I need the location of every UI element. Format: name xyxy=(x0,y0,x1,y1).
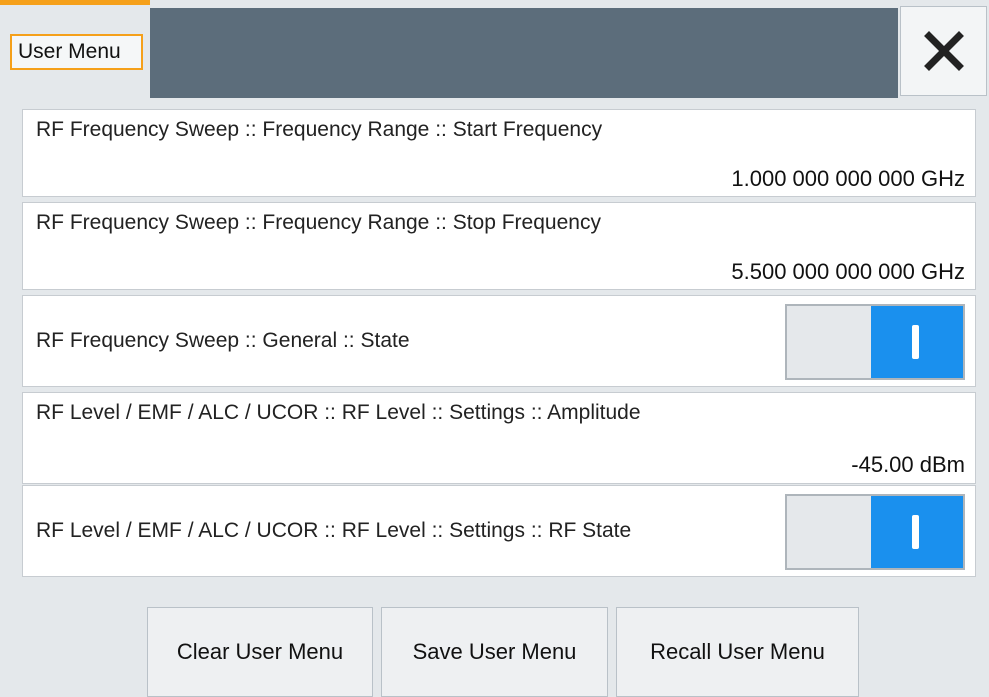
toggle-on-icon xyxy=(912,325,919,359)
entry-start-frequency[interactable]: RF Frequency Sweep :: Frequency Range ::… xyxy=(22,109,976,197)
entry-value[interactable]: -45.00 dBm xyxy=(851,452,965,478)
title-bar-fill xyxy=(150,8,898,98)
entry-stop-frequency[interactable]: RF Frequency Sweep :: Frequency Range ::… xyxy=(22,202,976,290)
toggle-on-indicator xyxy=(871,306,963,378)
entry-value[interactable]: 5.500 000 000 000 GHz xyxy=(731,259,965,285)
entry-label: RF Frequency Sweep :: Frequency Range ::… xyxy=(36,211,601,234)
close-icon xyxy=(923,31,964,71)
entry-value[interactable]: 1.000 000 000 000 GHz xyxy=(731,166,965,192)
toggle-on-indicator xyxy=(871,496,963,568)
close-button[interactable] xyxy=(900,6,987,96)
entry-label: RF Level / EMF / ALC / UCOR :: RF Level … xyxy=(36,401,641,424)
recall-user-menu-button[interactable]: Recall User Menu xyxy=(616,607,859,697)
rf-state-toggle[interactable] xyxy=(785,494,965,570)
entry-label: RF Level / EMF / ALC / UCOR :: RF Level … xyxy=(36,519,632,542)
entry-rf-state[interactable]: RF Level / EMF / ALC / UCOR :: RF Level … xyxy=(22,485,976,577)
entry-sweep-state[interactable]: RF Frequency Sweep :: General :: State xyxy=(22,295,976,387)
toggle-on-icon xyxy=(912,515,919,549)
entry-label: RF Frequency Sweep :: Frequency Range ::… xyxy=(36,118,603,141)
tab-label: User Menu xyxy=(10,34,143,70)
clear-user-menu-button[interactable]: Clear User Menu xyxy=(147,607,373,697)
sweep-state-toggle[interactable] xyxy=(785,304,965,380)
save-user-menu-button[interactable]: Save User Menu xyxy=(381,607,608,697)
tab-user-menu[interactable]: User Menu xyxy=(0,0,150,98)
entry-label: RF Frequency Sweep :: General :: State xyxy=(36,329,410,352)
entry-amplitude[interactable]: RF Level / EMF / ALC / UCOR :: RF Level … xyxy=(22,392,976,484)
title-bar: User Menu xyxy=(0,0,989,98)
